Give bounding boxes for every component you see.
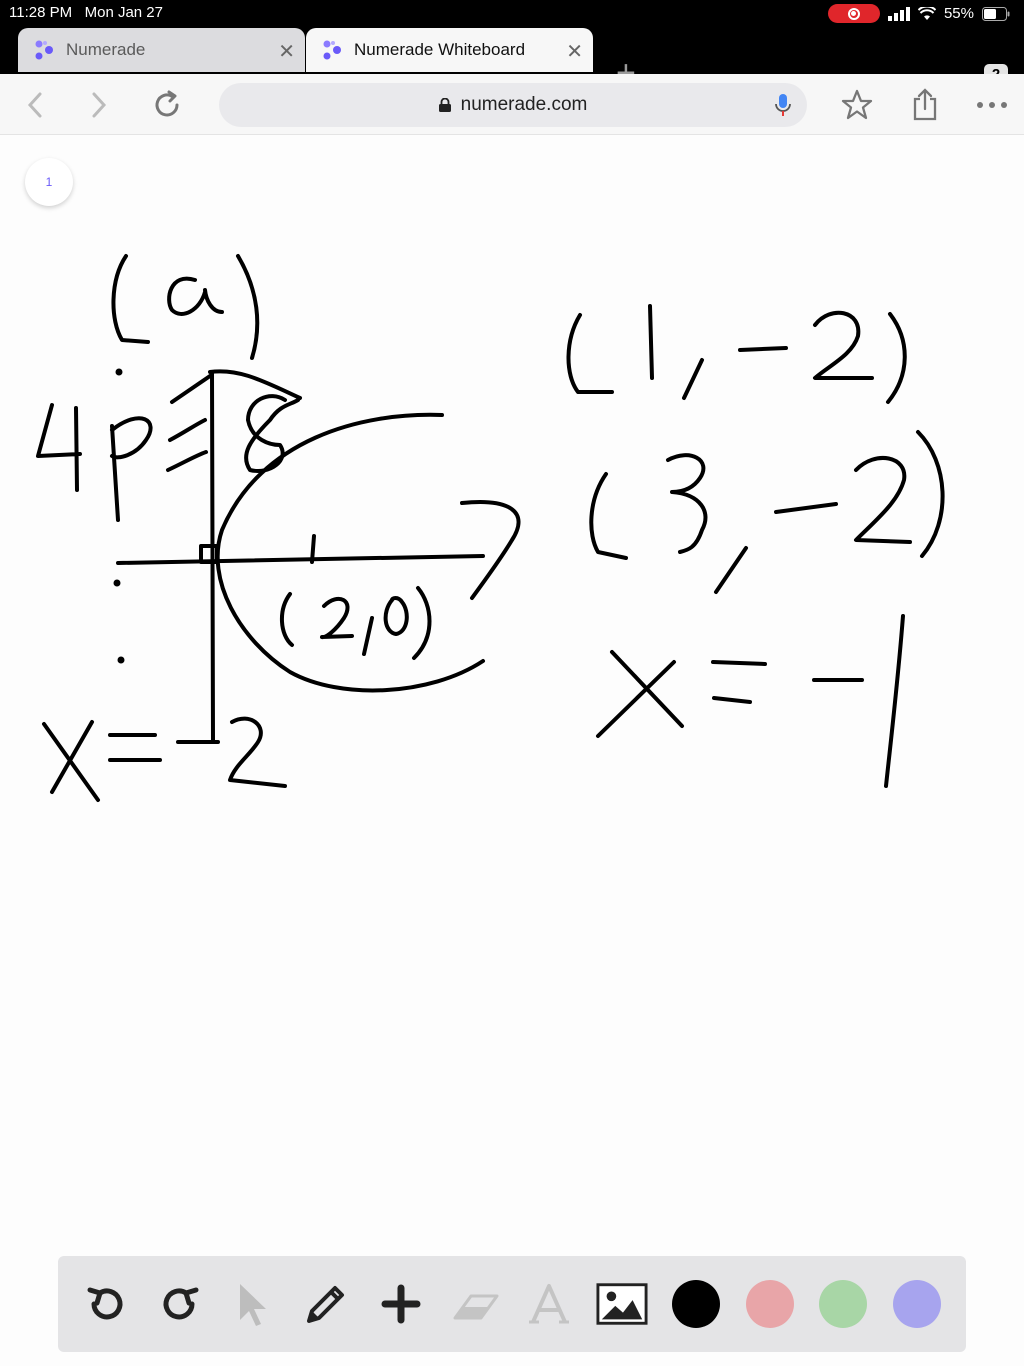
text-icon bbox=[529, 1284, 569, 1324]
tab-title: Numerade bbox=[66, 40, 146, 59]
navigation-bar: numerade.com bbox=[0, 74, 1024, 135]
share-icon[interactable] bbox=[908, 88, 942, 122]
add-button[interactable] bbox=[375, 1278, 427, 1330]
numerade-logo-icon bbox=[323, 40, 341, 60]
image-icon bbox=[596, 1283, 648, 1325]
pencil-tool-button[interactable] bbox=[300, 1278, 352, 1330]
battery-icon bbox=[982, 6, 1010, 21]
close-tab-icon[interactable]: ✕ bbox=[278, 39, 295, 64]
numerade-logo-icon bbox=[35, 40, 53, 60]
eraser-tool-button[interactable] bbox=[450, 1278, 502, 1330]
color-swatch-pink[interactable] bbox=[746, 1280, 794, 1328]
wifi-icon bbox=[917, 6, 936, 20]
reload-icon[interactable] bbox=[150, 88, 184, 122]
eraser-icon bbox=[453, 1294, 499, 1320]
status-bar: 11:28 PM Mon Jan 27 55% bbox=[0, 0, 1024, 26]
tab-numerade-whiteboard[interactable]: Numerade Whiteboard ✕ bbox=[306, 28, 593, 72]
screen-recording-indicator[interactable] bbox=[827, 4, 880, 23]
tab-numerade[interactable]: Numerade ✕ bbox=[18, 28, 305, 72]
color-swatch-green[interactable] bbox=[819, 1280, 867, 1328]
undo-icon bbox=[87, 1287, 123, 1320]
forward-icon[interactable] bbox=[82, 88, 116, 122]
pointer-tool-button[interactable] bbox=[226, 1278, 278, 1330]
url-text: numerade.com bbox=[460, 94, 588, 115]
tab-title: Numerade Whiteboard bbox=[354, 40, 526, 59]
more-options-icon[interactable] bbox=[975, 88, 1009, 122]
pencil-icon bbox=[307, 1286, 344, 1323]
undo-button[interactable] bbox=[80, 1278, 132, 1330]
bookmark-star-icon[interactable] bbox=[840, 88, 874, 122]
address-bar[interactable]: numerade.com bbox=[219, 83, 807, 127]
image-tool-button[interactable] bbox=[596, 1278, 648, 1330]
color-swatch-black[interactable] bbox=[672, 1280, 720, 1328]
lock-icon bbox=[438, 98, 451, 112]
pointer-icon bbox=[240, 1284, 266, 1326]
redo-button[interactable] bbox=[154, 1278, 206, 1330]
microphone-icon[interactable] bbox=[775, 93, 791, 119]
back-icon[interactable] bbox=[18, 88, 52, 122]
status-right: 55% bbox=[827, 4, 1010, 23]
drawing-toolbar bbox=[58, 1256, 966, 1352]
color-swatch-purple[interactable] bbox=[893, 1280, 941, 1328]
status-time: 11:28 PM Mon Jan 27 bbox=[9, 4, 163, 21]
redo-icon bbox=[163, 1287, 199, 1320]
tab-bar: Numerade ✕ Numerade Whiteboard ✕ + 2 bbox=[0, 26, 1024, 90]
battery-percentage: 55% bbox=[943, 5, 974, 22]
handwritten-content bbox=[36, 254, 945, 802]
whiteboard-canvas[interactable] bbox=[0, 135, 1024, 1366]
close-tab-icon[interactable]: ✕ bbox=[566, 39, 583, 64]
text-tool-button[interactable] bbox=[523, 1278, 575, 1330]
cellular-signal-icon bbox=[887, 6, 910, 21]
add-icon bbox=[381, 1284, 421, 1324]
